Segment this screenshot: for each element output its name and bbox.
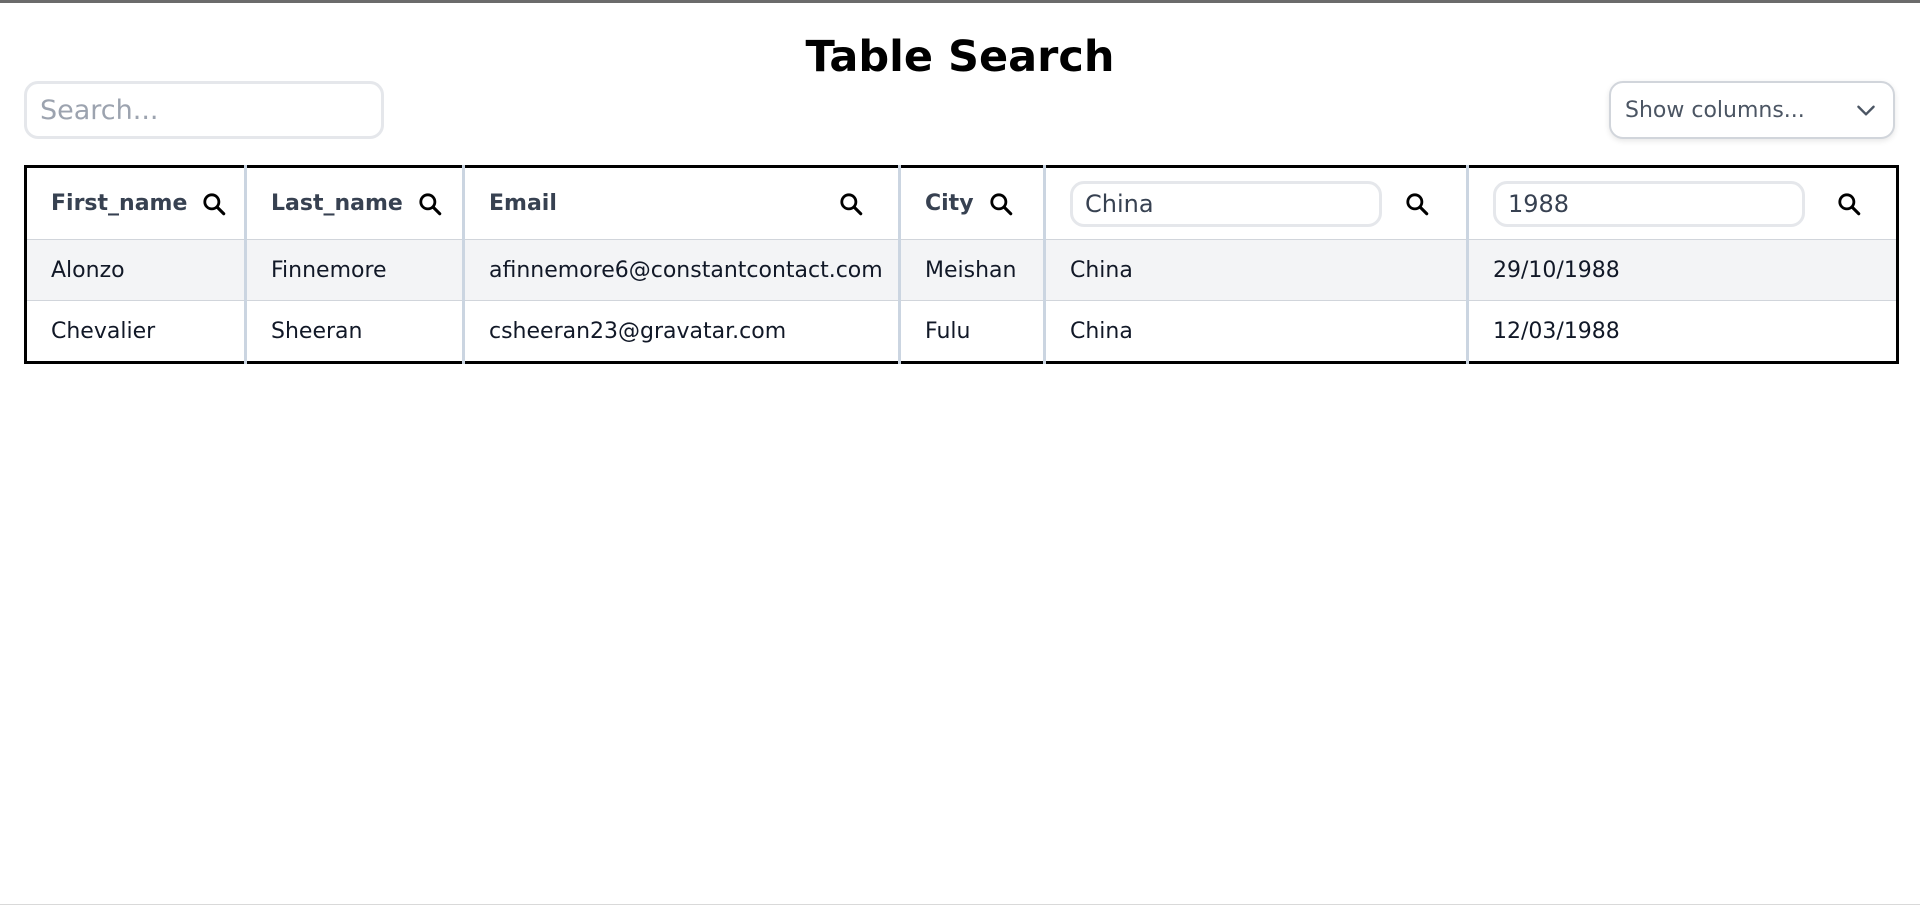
column-header-country: [1043, 166, 1468, 240]
column-label: City: [925, 191, 974, 216]
table-row: Chevalier Sheeran csheeran23@gravatar.co…: [26, 300, 1898, 363]
cell-first-name: Alonzo: [25, 239, 246, 301]
search-icon[interactable]: [838, 191, 864, 217]
cell-birth-date: 12/03/1988: [1466, 300, 1898, 363]
cell-city: Meishan: [898, 239, 1045, 301]
cell-city: Fulu: [898, 300, 1045, 363]
column-label: Last_name: [271, 191, 403, 216]
chevron-down-icon: [1857, 105, 1875, 116]
cell-country: China: [1043, 239, 1468, 301]
search-icon[interactable]: [988, 191, 1014, 217]
cell-last-name: Sheeran: [244, 300, 464, 363]
search-icon[interactable]: [1404, 191, 1430, 217]
country-filter-input[interactable]: [1070, 180, 1382, 227]
cell-first-name: Chevalier: [51, 318, 156, 344]
column-header-city: City: [898, 166, 1045, 240]
results-table: First_name Last_name Email City China 19…: [24, 165, 1899, 364]
column-header-email: Email: [462, 166, 900, 240]
show-columns-dropdown[interactable]: Show columns...: [1609, 81, 1895, 139]
table-row: Alonzo Finnemore afinnemore6@constantcon…: [25, 239, 1898, 301]
column-label: First_name: [51, 191, 188, 216]
column-header-birth-date: [1466, 166, 1898, 240]
birth-date-filter-input[interactable]: [1493, 180, 1805, 227]
search-input[interactable]: [24, 81, 384, 139]
cell-birth-date: 29/10/1988: [1466, 239, 1898, 301]
cell-last-name: Finnemore: [244, 239, 464, 301]
column-header-last-name: Last_name: [244, 166, 464, 240]
page-title: Table Search: [805, 32, 1115, 82]
table-header-row: First_name Last_name Email City China 19…: [25, 166, 1898, 240]
search-icon[interactable]: [201, 191, 227, 217]
cell-email: csheeran23@gravatar.com: [462, 300, 900, 363]
top-border: [0, 0, 1920, 3]
search-icon[interactable]: [1836, 191, 1862, 217]
column-label: Email: [489, 191, 557, 216]
column-header-first-name: First_name: [25, 166, 246, 240]
search-icon[interactable]: [417, 191, 443, 217]
cell-email: afinnemore6@constantcontact.com: [462, 239, 900, 301]
cell-country: China: [1043, 300, 1468, 363]
show-columns-label: Show columns...: [1625, 97, 1805, 123]
